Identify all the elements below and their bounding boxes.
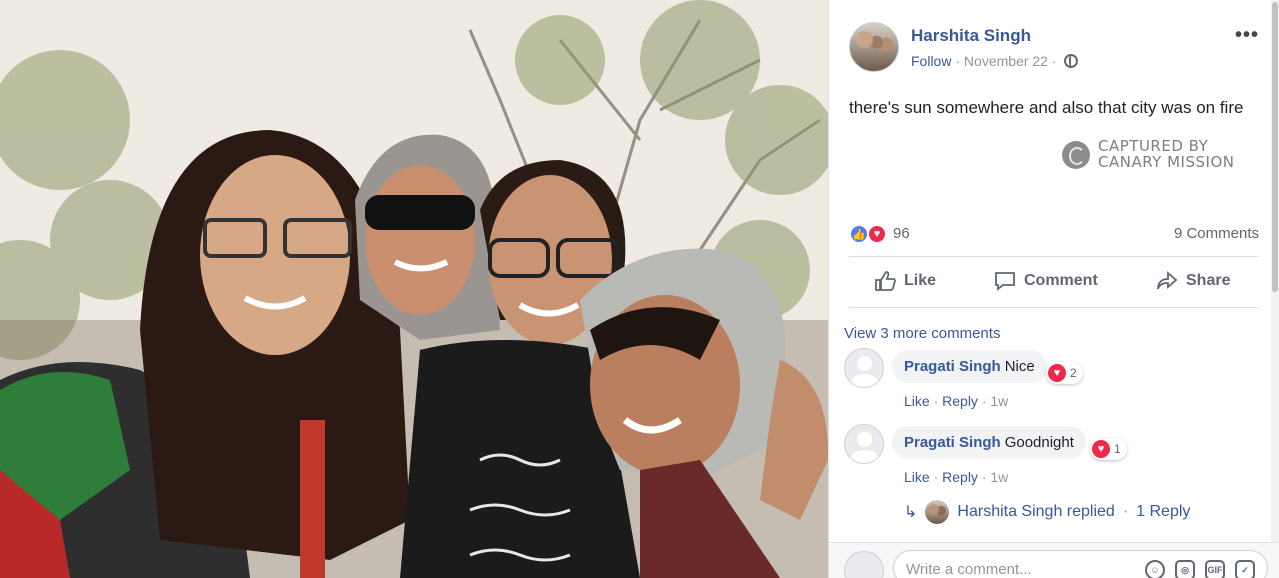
comment-reaction-badge[interactable]: ♥ 1 <box>1090 438 1127 460</box>
post-stats: 👍 ♥ 96 9 Comments <box>849 222 1259 246</box>
comment-time[interactable]: 1w <box>990 469 1008 485</box>
watermark-text: CAPTURED BY CANARY MISSION <box>1098 138 1234 170</box>
comments-count[interactable]: 9 Comments <box>1174 225 1259 242</box>
author-avatar[interactable] <box>849 22 899 72</box>
meta-separator: · <box>955 53 961 69</box>
commenter-avatar[interactable] <box>844 348 884 388</box>
comment-like-link[interactable]: Like <box>904 469 930 485</box>
comment-bubble-icon <box>995 272 1015 291</box>
love-reaction-icon: ♥ <box>1092 440 1110 458</box>
comment-label: Comment <box>1024 272 1098 289</box>
comment-actions: Like · Reply · 1w <box>904 469 1009 485</box>
comment-bubble: Pragati Singh Nice <box>892 350 1047 383</box>
watermark-line-2: CANARY MISSION <box>1098 153 1235 171</box>
view-more-comments-link[interactable]: View 3 more comments <box>844 325 1000 342</box>
like-label: Like <box>904 272 937 289</box>
post-actions: Like Comment Share <box>849 256 1259 308</box>
post-panel: Harshita Singh Follow · November 22 · ••… <box>828 0 1279 578</box>
selfie-illustration <box>0 0 828 578</box>
canary-logo-icon <box>1062 141 1090 169</box>
emoji-icon[interactable]: ☺ <box>1145 560 1165 578</box>
comment-reaction-badge[interactable]: ♥ 2 <box>1046 362 1083 384</box>
comment-reply-link[interactable]: Reply <box>942 393 978 409</box>
love-reaction-icon: ♥ <box>1048 364 1066 382</box>
follow-link[interactable]: Follow <box>911 53 951 69</box>
scrollbar[interactable] <box>1271 0 1279 578</box>
write-comment-placeholder: Write a comment... <box>906 561 1032 578</box>
like-button[interactable]: Like <box>874 271 936 291</box>
comment-reaction-count: 2 <box>1070 366 1077 380</box>
reply-summary[interactable]: Harshita Singh replied <box>957 503 1114 521</box>
comment-time[interactable]: 1w <box>990 393 1008 409</box>
comment-reply-link[interactable]: Reply <box>942 469 978 485</box>
commenter-avatar[interactable] <box>844 424 884 464</box>
comment-text: Nice <box>1004 358 1035 375</box>
share-button[interactable]: Share <box>1156 271 1230 291</box>
reply-count-link[interactable]: 1 Reply <box>1136 503 1190 521</box>
commenter-name[interactable]: Pragati Singh <box>904 358 1001 375</box>
globe-icon[interactable] <box>1064 54 1079 68</box>
replier-avatar <box>925 500 950 524</box>
comment-bubble: Pragati Singh Goodnight <box>892 426 1086 459</box>
watermark-line-1: CAPTURED BY <box>1098 137 1209 155</box>
more-options-icon[interactable]: ••• <box>1235 24 1259 47</box>
post-meta: Follow · November 22 · <box>911 53 1079 69</box>
comment-reaction-count: 1 <box>1114 442 1121 456</box>
author-name[interactable]: Harshita Singh <box>911 26 1031 46</box>
reply-summary-row[interactable]: ↳ Harshita Singh replied · 1 Reply <box>904 500 1190 524</box>
comment-like-link[interactable]: Like <box>904 393 930 409</box>
comment-text: Goodnight <box>1004 434 1074 451</box>
share-arrow-icon <box>1157 271 1178 290</box>
meta-separator: · <box>1051 53 1057 69</box>
reply-arrow-icon: ↳ <box>904 504 918 521</box>
comment-actions: Like · Reply · 1w <box>904 393 1009 409</box>
thumbs-up-icon <box>875 271 896 291</box>
post-photo[interactable] <box>0 0 828 578</box>
comment-button[interactable]: Comment <box>994 271 1098 291</box>
post-date[interactable]: November 22 <box>964 53 1048 69</box>
post-header: Harshita Singh Follow · November 22 · ••… <box>849 22 1259 74</box>
like-reaction-icon[interactable]: 👍 <box>849 224 869 244</box>
share-label: Share <box>1186 272 1231 289</box>
scrollbar-thumb[interactable] <box>1272 2 1278 292</box>
comment-tools: ☺ ◎ GIF ✓ <box>1145 560 1255 578</box>
love-reaction-icon[interactable]: ♥ <box>867 224 887 244</box>
gif-icon[interactable]: GIF <box>1205 560 1225 578</box>
write-comment-input[interactable]: Write a comment... ☺ ◎ GIF ✓ <box>893 550 1268 578</box>
camera-icon[interactable]: ◎ <box>1175 560 1195 578</box>
canary-mission-watermark: CAPTURED BY CANARY MISSION <box>1062 138 1252 172</box>
sticker-icon[interactable]: ✓ <box>1235 560 1255 578</box>
reaction-count[interactable]: 96 <box>893 225 910 242</box>
current-user-avatar <box>844 551 884 578</box>
commenter-name[interactable]: Pragati Singh <box>904 434 1001 451</box>
post-text: there's sun somewhere and also that city… <box>849 98 1244 117</box>
write-comment-row: Write a comment... ☺ ◎ GIF ✓ <box>829 542 1279 578</box>
